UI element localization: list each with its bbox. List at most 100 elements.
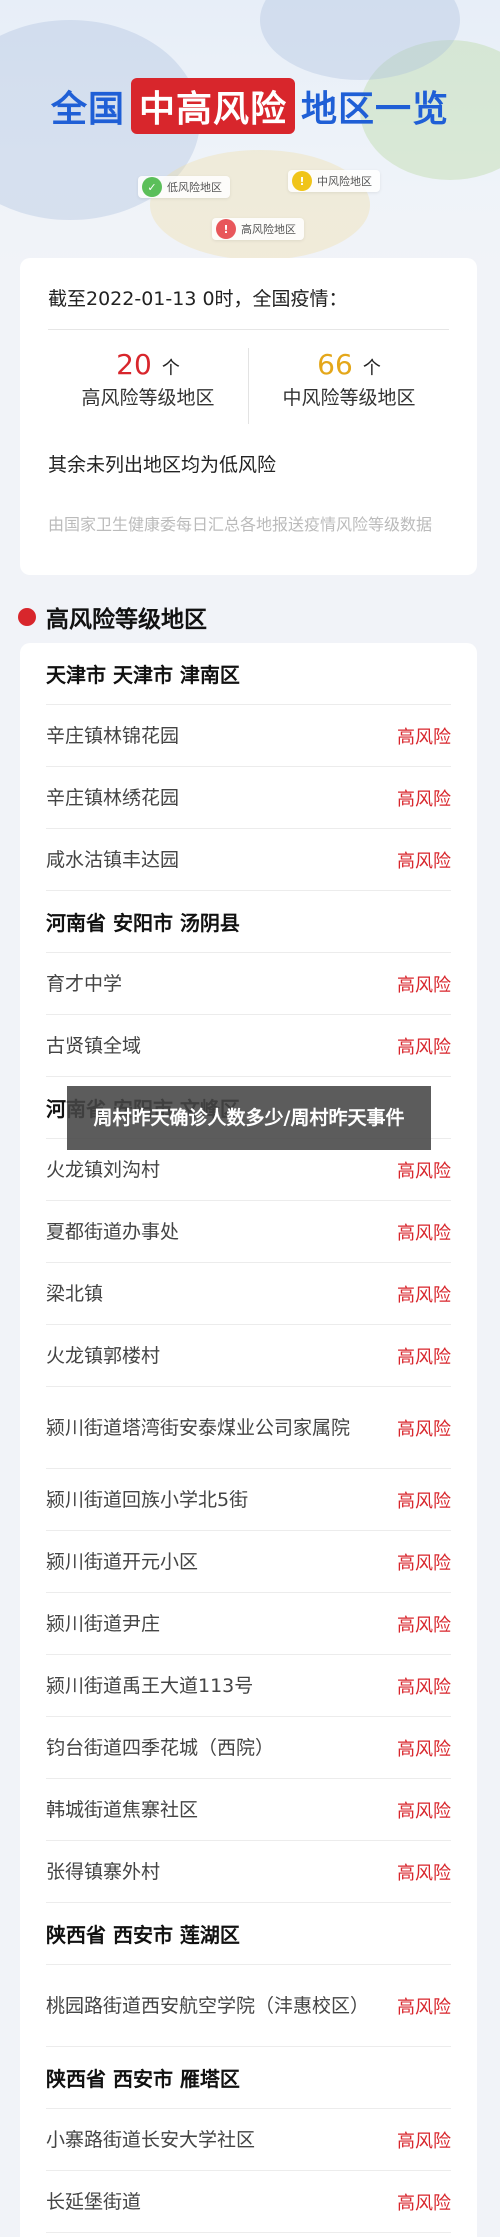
place-name: 桃园路街道西安航空学院（沣惠校区） (46, 1994, 370, 2017)
exclamation-icon: ! (216, 219, 236, 239)
list-item: 火龙镇郭楼村 高风险 (46, 1325, 451, 1387)
risk-level-label: 高风险 (397, 1346, 451, 1368)
risk-level-label: 高风险 (397, 1996, 451, 2018)
region-header: 陕西省 西安市 莲湖区 (46, 1903, 451, 1965)
place-name: 咸水沽镇丰达园 (46, 848, 180, 871)
risk-level-label: 高风险 (397, 974, 451, 996)
region-name: 天津市 天津市 津南区 (46, 663, 240, 687)
high-risk-count: 20 (116, 348, 152, 381)
as-of-text: 截至2022-01-13 0时，全国疫情： (48, 288, 348, 310)
list-item: 颍川街道尹庄 高风险 (46, 1593, 451, 1655)
place-name: 张得镇寨外村 (46, 1860, 161, 1883)
high-risk-label: 高风险等级地区 (81, 387, 215, 409)
list-item: 小寨路街道长安大学社区 高风险 (46, 2109, 451, 2171)
risk-level-label: 高风险 (397, 1738, 451, 1760)
high-risk-stat: 20 个 高风险等级地区 (48, 348, 248, 424)
title-prefix: 全国 (50, 89, 125, 130)
title-highlight: 中高风险 (130, 78, 295, 134)
legend-low-risk: ✓ 低风险地区 (138, 176, 230, 198)
risk-level-label: 高风险 (397, 788, 451, 810)
list-item: 颍川街道回族小学北5街 高风险 (46, 1469, 451, 1531)
place-name: 长延堡街道 (46, 2190, 142, 2213)
summary-card: 截至2022-01-13 0时，全国疫情： 20 个 高风险等级地区 66 个 中风… (20, 258, 477, 575)
place-name: 火龙镇刘沟村 (46, 1158, 161, 1181)
risk-level-label: 高风险 (397, 726, 451, 748)
region-name: 陕西省 西安市 莲湖区 (46, 1923, 240, 1947)
region-header: 天津市 天津市 津南区 (46, 643, 451, 705)
risk-level-label: 高风险 (397, 1800, 451, 1822)
risk-level-label: 高风险 (397, 850, 451, 872)
mid-risk-label: 中风险等级地区 (282, 387, 416, 409)
risk-level-label: 高风险 (397, 2130, 451, 2152)
red-dot-icon (18, 608, 36, 626)
list-item: 梁北镇 高风险 (46, 1263, 451, 1325)
list-item: 颍川街道禹王大道113号 高风险 (46, 1655, 451, 1717)
region-name: 河南省 安阳市 汤阴县 (46, 911, 240, 935)
risk-level-label: 高风险 (397, 1222, 451, 1244)
legend-high-risk: ! 高风险地区 (212, 218, 304, 240)
divider (48, 329, 449, 330)
risk-level-label: 高风险 (397, 1552, 451, 1574)
risk-level-label: 高风险 (397, 1284, 451, 1306)
list-item: 辛庄镇林锦花园 高风险 (46, 705, 451, 767)
risk-level-label: 高风险 (397, 1862, 451, 1884)
place-name: 颍川街道回族小学北5街 (46, 1488, 249, 1511)
exclamation-icon: ! (292, 171, 312, 191)
list-item: 颍川街道塔湾街安泰煤业公司家属院 高风险 (46, 1387, 451, 1469)
risk-level-label: 高风险 (397, 1676, 451, 1698)
list-item: 钧台街道四季花城（西院） 高风险 (46, 1717, 451, 1779)
mid-risk-count-line: 66 个 (249, 348, 449, 381)
section-header: 高风险等级地区 (18, 600, 207, 634)
legend-mid-risk: ! 中风险地区 (288, 170, 380, 192)
map-shape (150, 150, 370, 260)
region-header: 陕西省 西安市 雁塔区 (46, 2047, 451, 2109)
list-item: 辛庄镇林绣花园 高风险 (46, 767, 451, 829)
place-name: 辛庄镇林锦花园 (46, 724, 180, 747)
list-item: 桃园路街道西安航空学院（沣惠校区） 高风险 (46, 1965, 451, 2047)
place-name: 梁北镇 (46, 1282, 104, 1305)
risk-stats: 20 个 高风险等级地区 66 个 中风险等级地区 (48, 348, 449, 424)
list-item: 长延堡街道 高风险 (46, 2171, 451, 2233)
place-name: 颍川街道尹庄 (46, 1612, 161, 1635)
risk-level-label: 高风险 (397, 1490, 451, 1512)
place-name: 夏都街道办事处 (46, 1220, 180, 1243)
list-item: 育才中学 高风险 (46, 953, 451, 1015)
place-name: 火龙镇郭楼村 (46, 1344, 161, 1367)
page-title: 全国 中高风险 地区一览 (0, 78, 500, 134)
region-header: 河南省 安阳市 汤阴县 (46, 891, 451, 953)
list-item: 张得镇寨外村 高风险 (46, 1841, 451, 1903)
data-source-note: 由国家卫生健康委每日汇总各地报送疫情风险等级数据 (48, 515, 433, 534)
check-icon: ✓ (142, 177, 162, 197)
risk-level-label: 高风险 (397, 1418, 451, 1440)
legend-high-label: 高风险地区 (241, 223, 296, 236)
high-risk-count-line: 20 个 (48, 348, 248, 381)
list-item: 咸水沽镇丰达园 高风险 (46, 829, 451, 891)
mid-risk-unit: 个 (362, 358, 381, 379)
place-name: 古贤镇全域 (46, 1034, 142, 1057)
mid-risk-stat: 66 个 中风险等级地区 (248, 348, 449, 424)
place-name: 韩城街道焦寨社区 (46, 1798, 199, 1821)
place-name: 育才中学 (46, 972, 123, 995)
mid-risk-count: 66 (317, 348, 353, 381)
region-name: 陕西省 西安市 雁塔区 (46, 2067, 240, 2091)
risk-level-label: 高风险 (397, 1614, 451, 1636)
high-risk-unit: 个 (161, 358, 180, 379)
place-name: 颍川街道塔湾街安泰煤业公司家属院 (46, 1416, 351, 1439)
place-name: 钧台街道四季花城（西院） (46, 1736, 275, 1759)
list-item: 夏都街道办事处 高风险 (46, 1201, 451, 1263)
place-name: 颍川街道禹王大道113号 (46, 1674, 254, 1697)
place-name: 颍川街道开元小区 (46, 1550, 199, 1573)
list-item: 古贤镇全域 高风险 (46, 1015, 451, 1077)
list-item: 颍川街道开元小区 高风险 (46, 1531, 451, 1593)
low-risk-note: 其余未列出地区均为低风险 (48, 454, 277, 476)
high-risk-list: 天津市 天津市 津南区 辛庄镇林锦花园 高风险 辛庄镇林绣花园 高风险 咸水沽镇丰达园 高风… (20, 643, 477, 2237)
risk-level-label: 高风险 (397, 1036, 451, 1058)
title-suffix: 地区一览 (301, 89, 450, 130)
place-name: 辛庄镇林绣花园 (46, 786, 180, 809)
caption-text: 周村昨天确诊人数多少/周村昨天事件 (93, 1106, 405, 1129)
section-title: 高风险等级地区 (46, 607, 207, 633)
risk-level-label: 高风险 (397, 1160, 451, 1182)
caption-overlay: 周村昨天确诊人数多少/周村昨天事件 (67, 1086, 431, 1150)
legend-mid-label: 中风险地区 (317, 175, 372, 188)
legend-low-label: 低风险地区 (167, 181, 222, 194)
